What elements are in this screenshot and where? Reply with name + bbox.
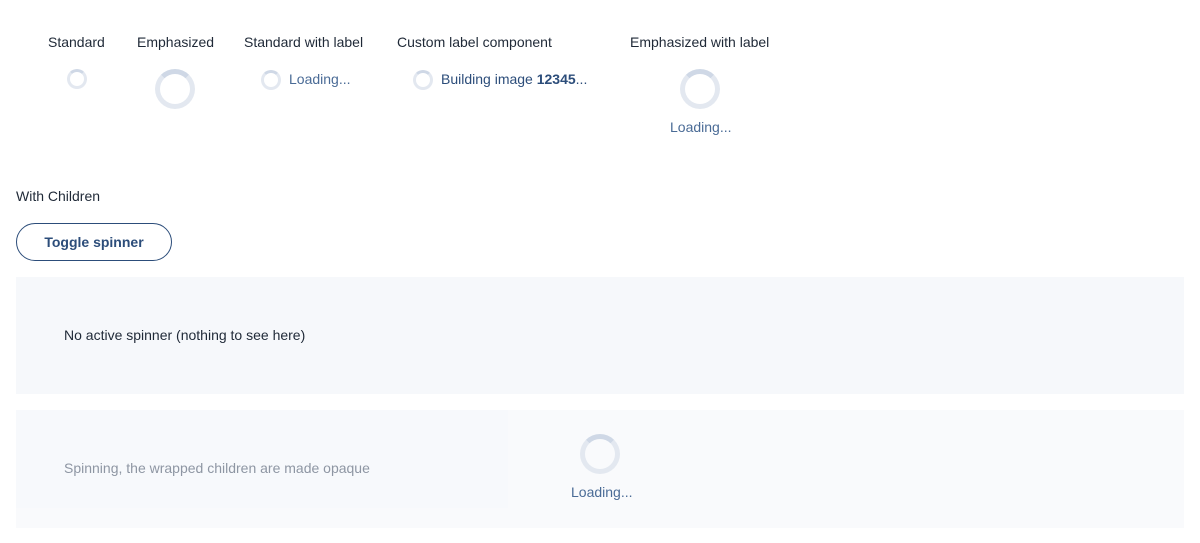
spinner-label: Loading... <box>289 71 351 87</box>
inactive-spinner-panel: No active spinner (nothing to see here) <box>16 277 1184 394</box>
custom-label-suffix: ... <box>575 71 588 87</box>
spinner-icon <box>680 69 720 109</box>
variant-title-custom-label: Custom label component <box>397 34 552 50</box>
spinner-label: Loading... <box>670 119 732 135</box>
spinner-icon <box>67 69 87 89</box>
spinner-label: Loading... <box>571 484 633 500</box>
variant-title-standard: Standard <box>48 34 105 50</box>
custom-spinner-label: Building image 12345... <box>441 71 587 87</box>
spinner-icon <box>155 69 195 109</box>
spinner-demo-page: Standard Emphasized Standard with label … <box>0 0 1200 543</box>
variant-title-emphasized-with-label: Emphasized with label <box>630 34 770 50</box>
custom-label-image-id: 12345 <box>536 71 576 87</box>
toggle-spinner-button[interactable]: Toggle spinner <box>16 223 172 261</box>
active-panel-text: Spinning, the wrapped children are made … <box>64 460 370 476</box>
active-spinner-panel: Spinning, the wrapped children are made … <box>16 410 1184 528</box>
custom-label-prefix: Building image <box>441 71 537 87</box>
inactive-panel-text: No active spinner (nothing to see here) <box>64 327 306 343</box>
section-title-with-children: With Children <box>16 188 101 204</box>
spinner-icon <box>413 70 433 90</box>
spinner-icon <box>580 434 620 474</box>
variant-title-emphasized: Emphasized <box>137 34 215 50</box>
variant-title-standard-with-label: Standard with label <box>244 34 364 50</box>
faded-children-overlay <box>16 410 508 508</box>
spinner-icon <box>261 70 281 90</box>
